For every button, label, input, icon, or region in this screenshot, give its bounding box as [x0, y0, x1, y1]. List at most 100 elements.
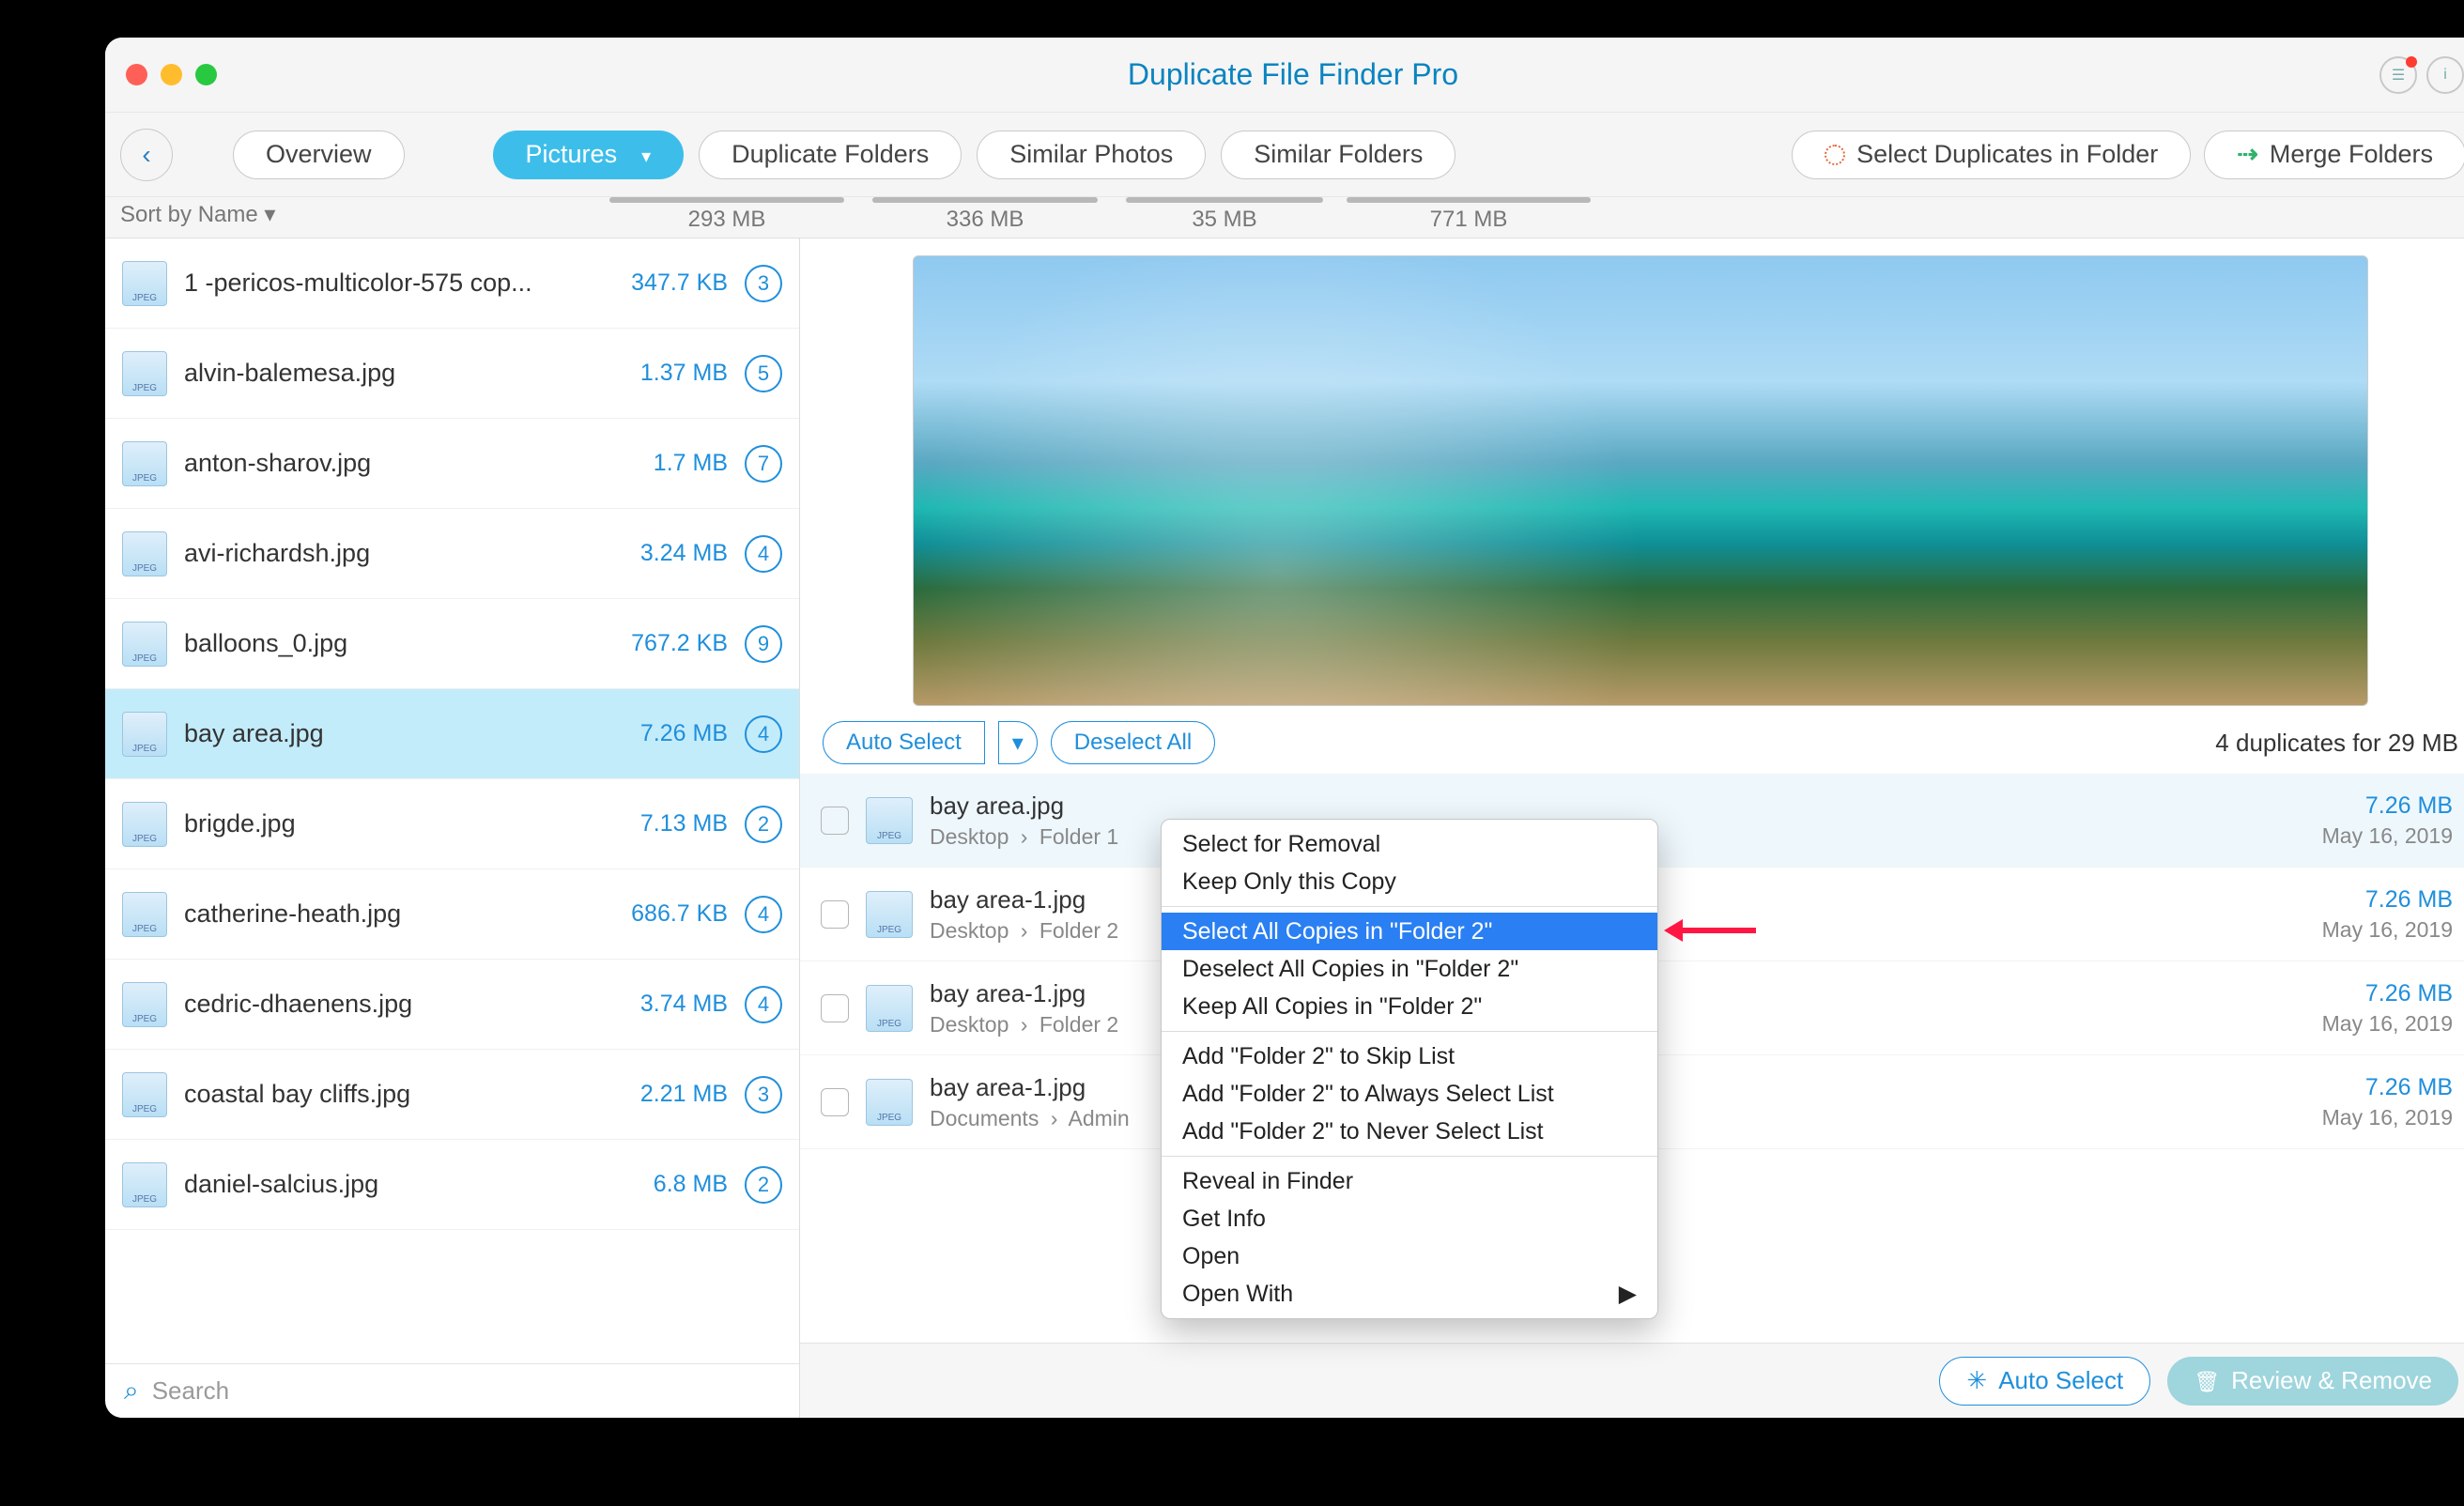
toolbar: ‹ Overview Pictures Duplicate Folders Si…: [105, 113, 2464, 197]
context-menu[interactable]: Select for Removal Keep Only this Copy S…: [1161, 819, 1658, 1319]
file-size: 6.8 MB: [606, 1171, 728, 1198]
duplicate-count-badge: 3: [745, 265, 782, 302]
footer-auto-select-button[interactable]: Auto Select: [1939, 1357, 2150, 1406]
button-label: Review & Remove: [2231, 1366, 2432, 1395]
file-name: alvin-balemesa.jpg: [184, 359, 589, 388]
annotation-arrow: [1681, 928, 1756, 933]
file-row[interactable]: JPEGballoons_0.jpg767.2 KB9: [105, 599, 799, 689]
file-name: bay area.jpg: [184, 719, 589, 748]
file-row[interactable]: JPEGavi-richardsh.jpg3.24 MB4: [105, 509, 799, 599]
menu-add-skip-list[interactable]: Add "Folder 2" to Skip List: [1162, 1037, 1657, 1075]
file-size: 347.7 KB: [606, 269, 728, 297]
footer: Auto Select Review & Remove: [800, 1343, 2464, 1418]
info-icon[interactable]: i: [2426, 56, 2464, 94]
file-row[interactable]: JPEG alvin-balemesa.jpg 1.37 MB 5: [105, 329, 799, 419]
menu-get-info[interactable]: Get Info: [1162, 1200, 1657, 1237]
auto-select-dropdown[interactable]: ▾: [998, 721, 1038, 764]
merge-folders-button[interactable]: ⇢ Merge Folders: [2204, 131, 2464, 179]
dup-file-path: Documents › Admin: [930, 1106, 1130, 1131]
select-duplicates-button[interactable]: Select Duplicates in Folder: [1792, 131, 2191, 179]
file-size: 3.74 MB: [606, 991, 728, 1018]
sidebar: JPEG1 -pericos-multicolor-575 cop...347.…: [105, 238, 800, 1418]
menu-separator: [1162, 1156, 1657, 1157]
jpeg-icon: JPEG: [122, 261, 167, 306]
file-row[interactable]: JPEGcoastal bay cliffs.jpg2.21 MB3: [105, 1050, 799, 1140]
tab-similar-folders[interactable]: Similar Folders: [1221, 131, 1455, 179]
merge-icon: ⇢: [2237, 140, 2258, 169]
dup-file-date: May 16, 2019: [2322, 1011, 2453, 1037]
search-icon: [124, 1375, 139, 1406]
menu-select-all-copies[interactable]: Select All Copies in "Folder 2": [1162, 913, 1657, 950]
menu-keep-only-this-copy[interactable]: Keep Only this Copy: [1162, 863, 1657, 900]
file-name: catherine-heath.jpg: [184, 899, 589, 929]
dup-file-path: Desktop › Folder 2: [930, 918, 1118, 944]
dup-file-size: 7.26 MB: [2365, 980, 2453, 1007]
titlebar: Duplicate File Finder Pro ☰ i: [105, 38, 2464, 113]
size-bar-similar-folders: [1347, 197, 1591, 203]
row-checkbox[interactable]: [821, 900, 849, 929]
menu-deselect-all-copies[interactable]: Deselect All Copies in "Folder 2": [1162, 950, 1657, 988]
file-name: brigde.jpg: [184, 809, 589, 838]
file-size: 7.26 MB: [606, 720, 728, 747]
size-label: 293 MB: [688, 207, 766, 233]
dup-file-path: Desktop › Folder 2: [930, 1012, 1118, 1037]
search-placeholder: Search: [152, 1376, 229, 1406]
file-row[interactable]: JPEGanton-sharov.jpg1.7 MB7: [105, 419, 799, 509]
row-checkbox[interactable]: [821, 994, 849, 1022]
size-label: 35 MB: [1192, 207, 1256, 233]
duplicate-count-badge: 2: [745, 1166, 782, 1204]
jpeg-icon: JPEG: [866, 985, 913, 1032]
row-checkbox[interactable]: [821, 1088, 849, 1116]
row-checkbox[interactable]: [821, 807, 849, 835]
menu-add-always-select[interactable]: Add "Folder 2" to Always Select List: [1162, 1075, 1657, 1113]
jpeg-icon: JPEG: [122, 351, 167, 396]
tab-pictures[interactable]: Pictures: [493, 131, 685, 179]
tab-size-bar: Sort by Name ▾ 293 MB 336 MB 35 MB 771 M…: [105, 197, 2464, 238]
menu-keep-all-copies[interactable]: Keep All Copies in "Folder 2": [1162, 988, 1657, 1025]
jpeg-icon: JPEG: [122, 982, 167, 1027]
duplicate-count-badge: 5: [745, 355, 782, 392]
window-title: Duplicate File Finder Pro: [105, 57, 2464, 92]
file-name: anton-sharov.jpg: [184, 449, 589, 478]
jpeg-icon: JPEG: [122, 712, 167, 757]
file-size: 2.21 MB: [606, 1081, 728, 1108]
menu-open[interactable]: Open: [1162, 1237, 1657, 1275]
chevron-down-icon[interactable]: [638, 140, 651, 169]
file-row[interactable]: JPEGdaniel-salcius.jpg6.8 MB2: [105, 1140, 799, 1230]
jpeg-icon: JPEG: [122, 622, 167, 667]
file-row[interactable]: JPEGcedric-dhaenens.jpg3.74 MB4: [105, 960, 799, 1050]
file-row[interactable]: JPEG 1 -pericos-multicolor-575 cop... 347.…: [105, 238, 799, 329]
auto-select-button[interactable]: Auto Select: [823, 721, 985, 764]
file-name: 1 -pericos-multicolor-575 cop...: [184, 269, 589, 298]
search-input[interactable]: Search: [105, 1363, 799, 1418]
overview-button[interactable]: Overview: [233, 131, 405, 179]
dup-file-size: 7.26 MB: [2365, 1074, 2453, 1101]
file-size: 1.37 MB: [606, 360, 728, 387]
jpeg-icon: JPEG: [122, 802, 167, 847]
file-row[interactable]: JPEGcatherine-heath.jpg686.7 KB4: [105, 869, 799, 960]
menu-add-never-select[interactable]: Add "Folder 2" to Never Select List: [1162, 1113, 1657, 1150]
size-bar-dup-folders: [872, 197, 1098, 203]
rss-icon[interactable]: ☰: [2379, 56, 2417, 94]
review-remove-button[interactable]: Review & Remove: [2167, 1357, 2458, 1406]
dup-file-date: May 16, 2019: [2322, 1105, 2453, 1130]
tab-label: Pictures: [526, 140, 618, 169]
file-row[interactable]: JPEGbrigde.jpg7.13 MB2: [105, 779, 799, 869]
back-button[interactable]: ‹: [120, 129, 173, 181]
menu-open-with[interactable]: Open With ▶: [1162, 1275, 1657, 1313]
deselect-all-button[interactable]: Deselect All: [1051, 721, 1215, 764]
button-label: Merge Folders: [2270, 140, 2433, 169]
duplicate-count-badge: 2: [745, 806, 782, 843]
file-name: daniel-salcius.jpg: [184, 1170, 589, 1199]
file-list[interactable]: JPEG1 -pericos-multicolor-575 cop...347.…: [105, 238, 799, 1363]
tab-similar-photos[interactable]: Similar Photos: [977, 131, 1206, 179]
dup-file-date: May 16, 2019: [2322, 823, 2453, 849]
menu-reveal-in-finder[interactable]: Reveal in Finder: [1162, 1162, 1657, 1200]
menu-separator: [1162, 1031, 1657, 1032]
duplicate-count-badge: 4: [745, 535, 782, 573]
preview-image: [913, 255, 2368, 706]
file-row[interactable]: JPEGbay area.jpg7.26 MB4: [105, 689, 799, 779]
sort-dropdown[interactable]: Sort by Name ▾: [120, 197, 421, 228]
menu-select-for-removal[interactable]: Select for Removal: [1162, 825, 1657, 863]
tab-duplicate-folders[interactable]: Duplicate Folders: [699, 131, 962, 179]
